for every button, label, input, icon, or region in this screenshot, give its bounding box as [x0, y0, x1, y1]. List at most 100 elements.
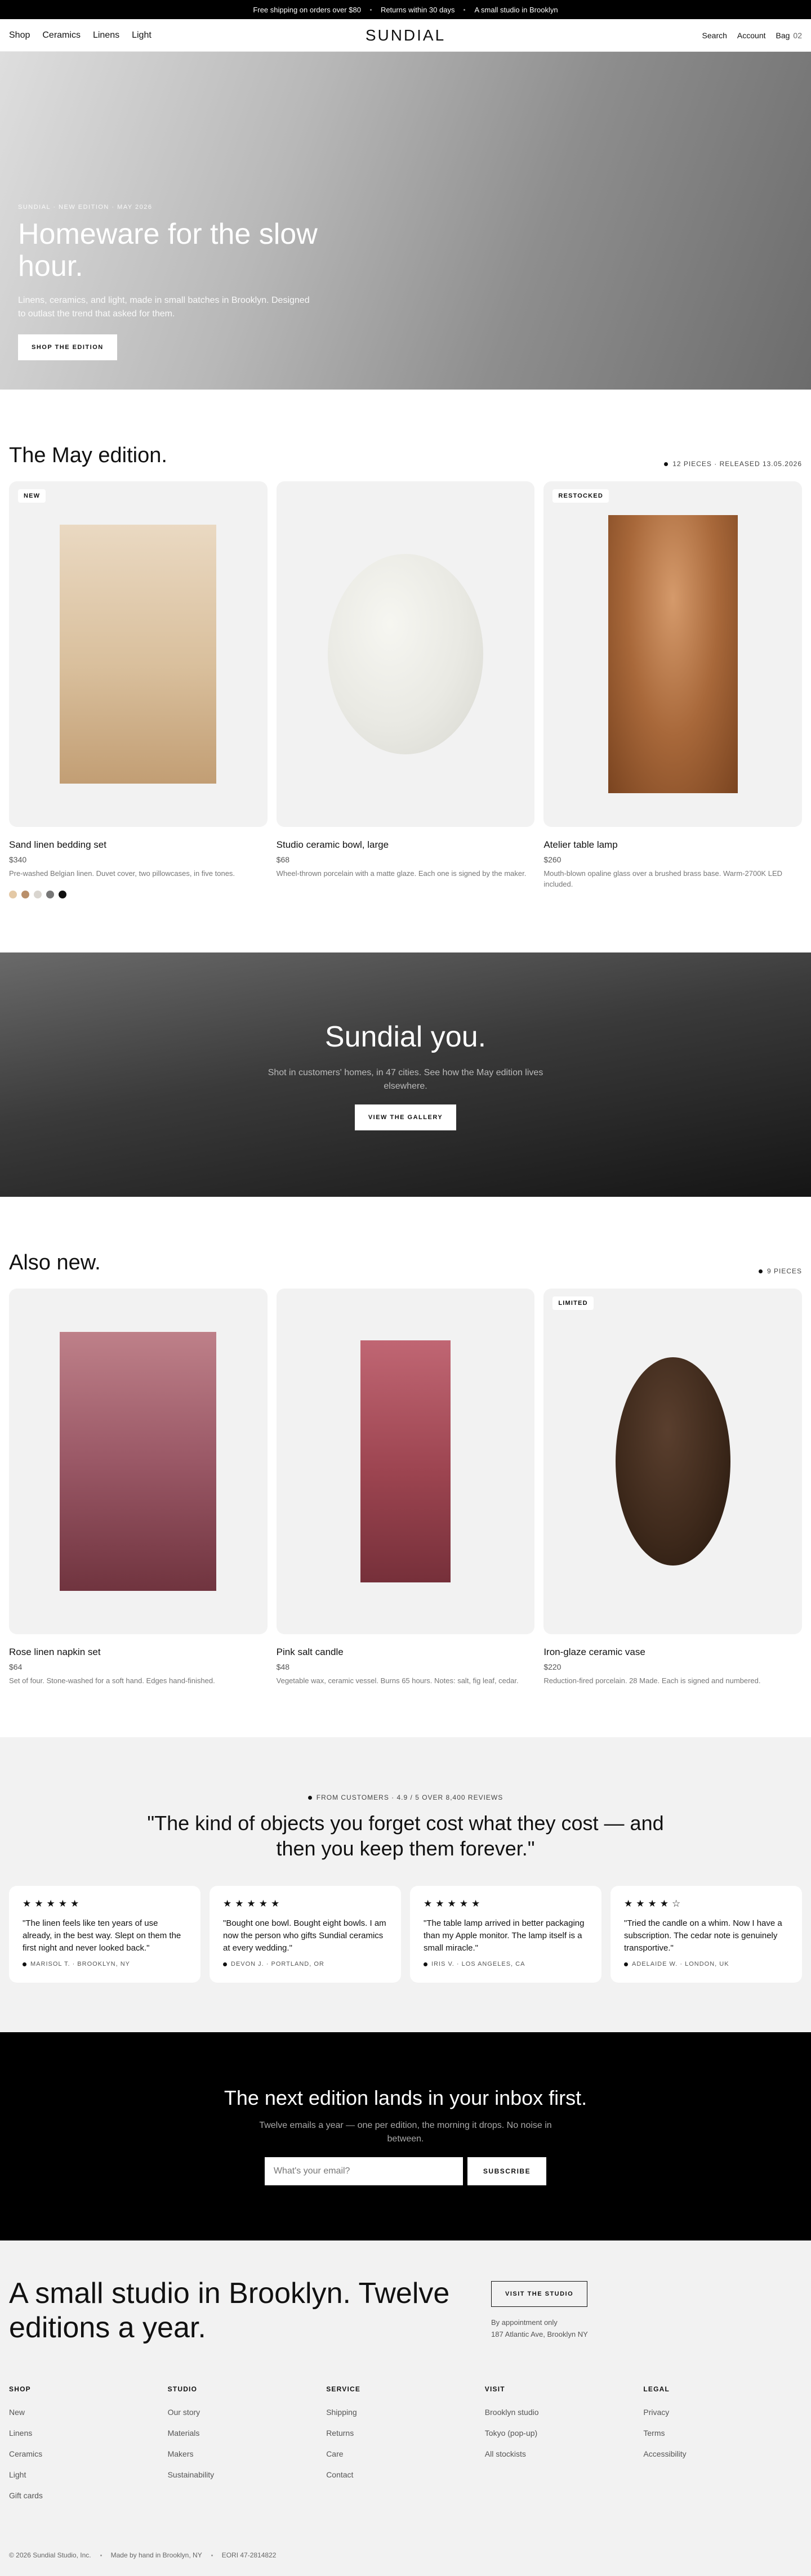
product-name[interactable]: Rose linen napkin set: [9, 1647, 268, 1658]
may-edition-meta: 12 PIECES · RELEASED 13.05.2026: [664, 460, 802, 468]
product-image[interactable]: [276, 1289, 535, 1634]
email-input[interactable]: [264, 2157, 463, 2185]
product-image[interactable]: [9, 1289, 268, 1634]
bowl-illustration: [327, 554, 483, 754]
footer-col-title: VISIT: [484, 2385, 505, 2393]
footer-link[interactable]: Contact: [326, 2470, 485, 2479]
review-author: ADELAIDE W. · LONDON, UK: [624, 1961, 788, 1967]
footer-col-title: LEGAL: [643, 2385, 670, 2393]
swatch-stone[interactable]: [34, 890, 42, 898]
review-cards: ★★★★★ "The linen feels like ten years of…: [0, 1886, 811, 1983]
announcement-shipping: Free shipping on orders over $80: [253, 5, 361, 14]
review-summary-text: FROM CUSTOMERS · 4.9 / 5 OVER 8,400 REVI…: [316, 1794, 503, 1801]
product-card[interactable]: RESTOCKED Atelier table lamp $260 Mouth-…: [543, 481, 802, 898]
footer-link[interactable]: All stockists: [485, 2449, 644, 2458]
footer-link[interactable]: Light: [9, 2470, 168, 2479]
product-description: Pre-washed Belgian linen. Duvet cover, t…: [9, 869, 235, 878]
bullet-icon: [23, 1962, 26, 1966]
footer-link[interactable]: Care: [326, 2449, 485, 2458]
product-card[interactable]: NEW Sand linen bedding set $340 Pre-wash…: [9, 481, 268, 898]
footer-link[interactable]: Tokyo (pop-up): [485, 2429, 644, 2438]
footer-link[interactable]: Terms: [643, 2429, 802, 2438]
product-image[interactable]: [276, 481, 535, 827]
product-name[interactable]: Sand linen bedding set: [9, 839, 268, 851]
product-card[interactable]: Rose linen napkin set $64 Set of four. S…: [9, 1289, 268, 1687]
primary-menu: Shop Ceramics Linens Light: [9, 30, 151, 41]
footer-link[interactable]: Brooklyn studio: [485, 2408, 644, 2417]
bullet-icon: [758, 1269, 763, 1273]
product-price: $68: [276, 855, 290, 864]
product-description: Wheel-thrown porcelain with a matte glaz…: [276, 869, 527, 878]
footer-col-studio: STUDIO Our story Materials Makers Sustai…: [168, 2385, 327, 2512]
lamp-illustration: [608, 515, 738, 793]
footer-link[interactable]: Linens: [9, 2429, 168, 2438]
footer-col-title: SHOP: [9, 2385, 31, 2393]
product-card[interactable]: LIMITED Iron-glaze ceramic vase $220 Red…: [543, 1289, 802, 1687]
product-name[interactable]: Atelier table lamp: [543, 839, 802, 851]
bullet-icon: [308, 1795, 312, 1800]
product-image[interactable]: NEW: [9, 481, 268, 827]
nav-linens[interactable]: Linens: [93, 30, 119, 41]
bedding-illustration: [60, 525, 217, 784]
footer-link[interactable]: Returns: [326, 2429, 485, 2438]
bullet-icon: [424, 1962, 427, 1966]
swatch-clay[interactable]: [21, 890, 29, 898]
footer-link[interactable]: Gift cards: [9, 2491, 168, 2500]
also-new-product-grid: Rose linen napkin set $64 Set of four. S…: [0, 1289, 811, 1687]
brand-logo[interactable]: SUNDIAL: [366, 26, 445, 44]
product-price: $48: [276, 1662, 290, 1671]
product-price: $260: [543, 855, 562, 864]
search-link[interactable]: Search: [702, 31, 727, 40]
bullet-icon: [223, 1962, 227, 1966]
candle-illustration: [360, 1340, 451, 1582]
site-footer: A small studio in Brooklyn. Twelve editi…: [0, 2240, 811, 2576]
may-product-grid: NEW Sand linen bedding set $340 Pre-wash…: [0, 481, 811, 898]
product-name[interactable]: Iron-glaze ceramic vase: [543, 1647, 802, 1658]
review-author: MARISOL T. · BROOKLYN, NY: [23, 1961, 187, 1967]
product-price: $220: [543, 1662, 562, 1671]
product-name[interactable]: Pink salt candle: [277, 1647, 535, 1658]
may-edition-title: The May edition.: [9, 444, 167, 467]
footer-link[interactable]: Materials: [168, 2429, 327, 2438]
footer-col-title: STUDIO: [167, 2385, 198, 2393]
nav-shop[interactable]: Shop: [9, 30, 30, 41]
swatch-black[interactable]: [59, 890, 66, 898]
bag-link[interactable]: Bag: [776, 31, 790, 40]
newsletter-text: Twelve emails a year — one per edition, …: [259, 2121, 552, 2144]
hero-eyebrow: SUNDIAL · NEW EDITION · MAY 2026: [18, 204, 153, 211]
main-nav: Shop Ceramics Linens Light SUNDIAL Searc…: [0, 19, 811, 52]
footer-link[interactable]: Our story: [168, 2408, 327, 2417]
footer-link[interactable]: Shipping: [326, 2408, 485, 2417]
footer-link[interactable]: Accessibility: [643, 2449, 802, 2458]
address-line-2: 187 Atlantic Ave, Brooklyn NY: [491, 2329, 588, 2338]
subscribe-button[interactable]: SUBSCRIBE: [467, 2157, 547, 2185]
product-name[interactable]: Studio ceramic bowl, large: [277, 839, 535, 851]
review-author-name: IRIS V. · LOS ANGELES, CA: [431, 1961, 525, 1968]
nav-ceramics[interactable]: Ceramics: [42, 30, 81, 41]
product-description: Set of four. Stone-washed for a soft han…: [9, 1676, 215, 1685]
product-image[interactable]: RESTOCKED: [543, 481, 802, 827]
nav-light[interactable]: Light: [132, 30, 151, 41]
shop-edition-button[interactable]: SHOP THE EDITION: [18, 334, 117, 361]
product-card[interactable]: Studio ceramic bowl, large $68 Wheel-thr…: [276, 481, 535, 898]
also-new-section: Also new. 9 PIECES Rose linen napkin set…: [0, 1197, 811, 1737]
newsletter-form: SUBSCRIBE: [0, 2157, 811, 2185]
footer-link[interactable]: Makers: [168, 2449, 327, 2458]
review-author-name: ADELAIDE W. · LONDON, UK: [632, 1961, 729, 1968]
view-gallery-button[interactable]: VIEW THE GALLERY: [354, 1104, 457, 1130]
product-image[interactable]: LIMITED: [543, 1289, 802, 1634]
footer-link[interactable]: Sustainability: [168, 2470, 327, 2479]
product-description: Mouth-blown opaline glass over a brushed…: [543, 869, 783, 888]
swatch-grey[interactable]: [46, 890, 54, 898]
footer-link[interactable]: Privacy: [643, 2408, 802, 2417]
footer-link[interactable]: Ceramics: [9, 2449, 168, 2458]
review-summary: FROM CUSTOMERS · 4.9 / 5 OVER 8,400 REVI…: [0, 1794, 811, 1801]
account-link[interactable]: Account: [737, 31, 766, 40]
product-card[interactable]: Pink salt candle $48 Vegetable wax, cera…: [276, 1289, 535, 1687]
footer-link[interactable]: New: [9, 2408, 168, 2417]
swatch-sand[interactable]: [9, 890, 17, 898]
ugc-gallery-banner: Sundial you. Shot in customers' homes, i…: [0, 952, 811, 1197]
visit-studio-button[interactable]: VISIT THE STUDIO: [491, 2281, 588, 2307]
bag-count-badge: 02: [793, 30, 802, 40]
review-author-name: DEVON J. · PORTLAND, OR: [231, 1961, 324, 1968]
